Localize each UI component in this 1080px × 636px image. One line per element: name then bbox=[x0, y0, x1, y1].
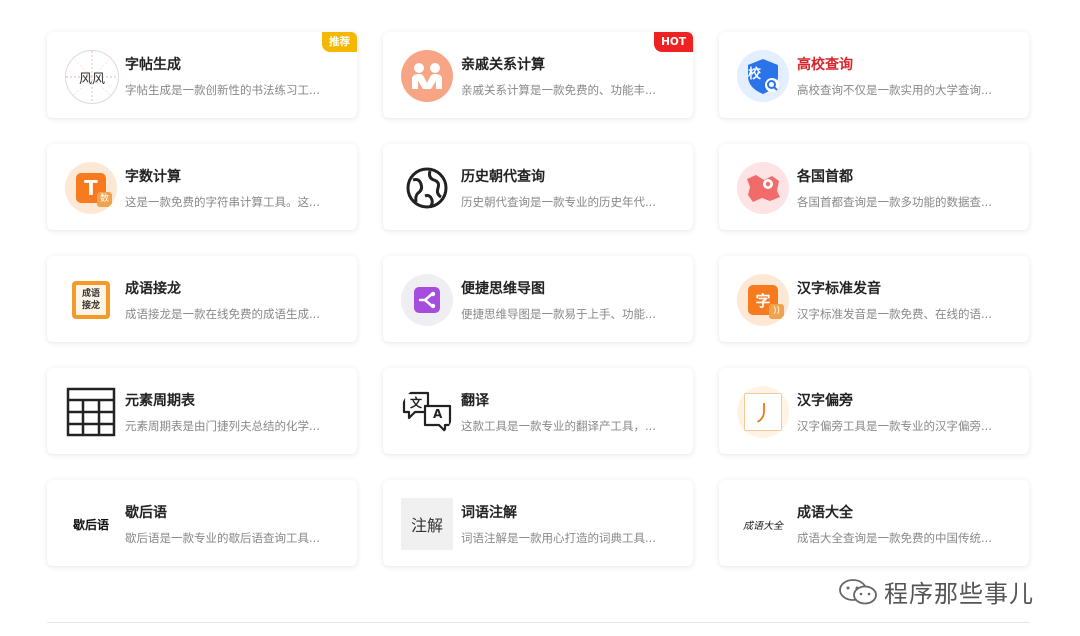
card-description: 词语注解是一款用心打造的词典工具... bbox=[461, 531, 656, 545]
card-description: 便捷思维导图是一款易于上手、功能... bbox=[461, 307, 656, 321]
count-glyph: 数 bbox=[97, 192, 112, 207]
periodic-table-icon bbox=[65, 386, 117, 438]
card-title: 高校查询 bbox=[797, 57, 853, 73]
card-dynasty[interactable]: 历史朝代查询 历史朝代查询是一款专业的历史年代... bbox=[383, 144, 693, 230]
card-copybook[interactable]: 风风 字帖生成 字帖生成是一款创新性的书法练习工... 推荐 bbox=[47, 32, 357, 118]
card-title: 元素周期表 bbox=[125, 393, 195, 409]
card-description: 歇后语是一款专业的歇后语查询工具... bbox=[125, 531, 320, 545]
idiom-collection-glyph: 成语大全 bbox=[743, 520, 783, 532]
hot-badge: HOT bbox=[654, 32, 693, 52]
card-title: 汉字偏旁 bbox=[797, 393, 853, 409]
xiehouyu-glyph: 歇后语 bbox=[72, 517, 109, 532]
card-title: 歇后语 bbox=[125, 505, 167, 521]
card-title: 便捷思维导图 bbox=[461, 281, 545, 297]
card-description: 各国首都查询是一款多功能的数据查... bbox=[797, 195, 992, 209]
watermark-text: 程序那些事儿 bbox=[884, 580, 1034, 608]
calligraphy-grid-icon: 风风 bbox=[65, 50, 119, 104]
card-capitals[interactable]: 各国首都 各国首都查询是一款多功能的数据查... bbox=[719, 144, 1029, 230]
calligraphy-glyph: 风风 bbox=[78, 71, 105, 87]
recommend-badge: 推荐 bbox=[322, 32, 357, 52]
card-description: 高校查询不仅是一款实用的大学查询... bbox=[797, 83, 992, 97]
annotation-icon: 注解 bbox=[401, 498, 453, 550]
card-title: 各国首都 bbox=[797, 169, 853, 185]
card-char-count[interactable]: T 数 字数计算 这是一款免费的字符串计算工具。这... bbox=[47, 144, 357, 230]
pronunciation-icon: 字 )) bbox=[737, 274, 789, 326]
card-title: 成语接龙 bbox=[125, 281, 181, 297]
card-relative-calc[interactable]: 亲戚关系计算 亲戚关系计算是一款免费的、功能丰... HOT bbox=[383, 32, 693, 118]
card-university[interactable]: 校 高校查询 高校查询不仅是一款实用的大学查询... bbox=[719, 32, 1029, 118]
card-title: 翻译 bbox=[461, 393, 489, 409]
translate-right-glyph: A bbox=[433, 407, 443, 421]
annotation-glyph: 注解 bbox=[410, 516, 443, 535]
card-title: 历史朝代查询 bbox=[461, 169, 545, 185]
card-idiom-collection[interactable]: 成语大全 成语大全 成语大全查询是一款免费的中国传统... bbox=[719, 480, 1029, 566]
card-pronunciation[interactable]: 字 )) 汉字标准发音 汉字标准发音是一款免费、在线的语... bbox=[719, 256, 1029, 342]
card-radicals[interactable]: 丿 汉字偏旁 汉字偏旁工具是一款专业的汉字偏旁... bbox=[719, 368, 1029, 454]
t-glyph: T bbox=[84, 176, 98, 200]
radical-icon: 丿 bbox=[737, 386, 789, 438]
family-icon bbox=[401, 50, 453, 102]
card-title: 汉字标准发音 bbox=[797, 281, 881, 297]
watermark: 程序那些事儿 bbox=[838, 574, 1034, 609]
idiom-chain-icon: 成语 接龙 bbox=[65, 274, 117, 326]
card-translate[interactable]: 文 A 翻译 这款工具是一款专业的翻译产工具，... bbox=[383, 368, 693, 454]
card-title: 亲戚关系计算 bbox=[461, 57, 545, 73]
idiom-collection-icon: 成语大全 bbox=[737, 498, 789, 550]
card-description: 这是一款免费的字符串计算工具。这... bbox=[125, 195, 320, 209]
card-description: 汉字偏旁工具是一款专业的汉字偏旁... bbox=[797, 419, 992, 433]
map-pin-icon bbox=[737, 162, 789, 214]
school-glyph: 校 bbox=[748, 67, 762, 82]
school-shield-icon: 校 bbox=[737, 50, 789, 102]
card-idiom-chain[interactable]: 成语 接龙 成语接龙 成语接龙是一款在线免费的成语生成... bbox=[47, 256, 357, 342]
bottom-divider bbox=[47, 622, 1030, 623]
card-title: 字数计算 bbox=[125, 169, 181, 185]
card-title: 词语注解 bbox=[461, 505, 517, 521]
card-description: 成语接龙是一款在线免费的成语生成... bbox=[125, 307, 320, 321]
character-count-icon: T 数 bbox=[65, 162, 117, 214]
card-description: 汉字标准发音是一款免费、在线的语... bbox=[797, 307, 992, 321]
card-mindmap[interactable]: 便捷思维导图 便捷思维导图是一款易于上手、功能... bbox=[383, 256, 693, 342]
translate-left-glyph: 文 bbox=[410, 396, 423, 410]
xiehouyu-icon: 歇后语 bbox=[65, 498, 117, 550]
wechat-icon bbox=[839, 578, 877, 604]
idiom-chain-top-glyph: 成语 bbox=[81, 289, 100, 299]
card-description: 元素周期表是由门捷列夫总结的化学... bbox=[125, 419, 320, 433]
card-description: 成语大全查询是一款免费的中国传统... bbox=[797, 531, 992, 545]
card-word-annotation[interactable]: 注解 词语注解 词语注解是一款用心打造的词典工具... bbox=[383, 480, 693, 566]
idiom-chain-bottom-glyph: 接龙 bbox=[81, 301, 100, 311]
card-periodic-table[interactable]: 元素周期表 元素周期表是由门捷列夫总结的化学... bbox=[47, 368, 357, 454]
card-title: 字帖生成 bbox=[125, 57, 181, 73]
radical-glyph: 丿 bbox=[751, 402, 774, 427]
card-title: 成语大全 bbox=[797, 505, 853, 521]
card-description: 字帖生成是一款创新性的书法练习工... bbox=[125, 83, 320, 97]
globe-icon bbox=[401, 162, 453, 214]
sound-wave-icon: )) bbox=[769, 304, 784, 319]
card-description: 这款工具是一款专业的翻译产工具，... bbox=[461, 419, 656, 433]
card-xiehouyu[interactable]: 歇后语 歇后语 歇后语是一款专业的歇后语查询工具... bbox=[47, 480, 357, 566]
translate-icon: 文 A bbox=[401, 386, 453, 438]
card-description: 历史朝代查询是一款专业的历史年代... bbox=[461, 195, 656, 209]
mindmap-icon bbox=[401, 274, 453, 326]
card-description: 亲戚关系计算是一款免费的、功能丰... bbox=[461, 83, 656, 97]
